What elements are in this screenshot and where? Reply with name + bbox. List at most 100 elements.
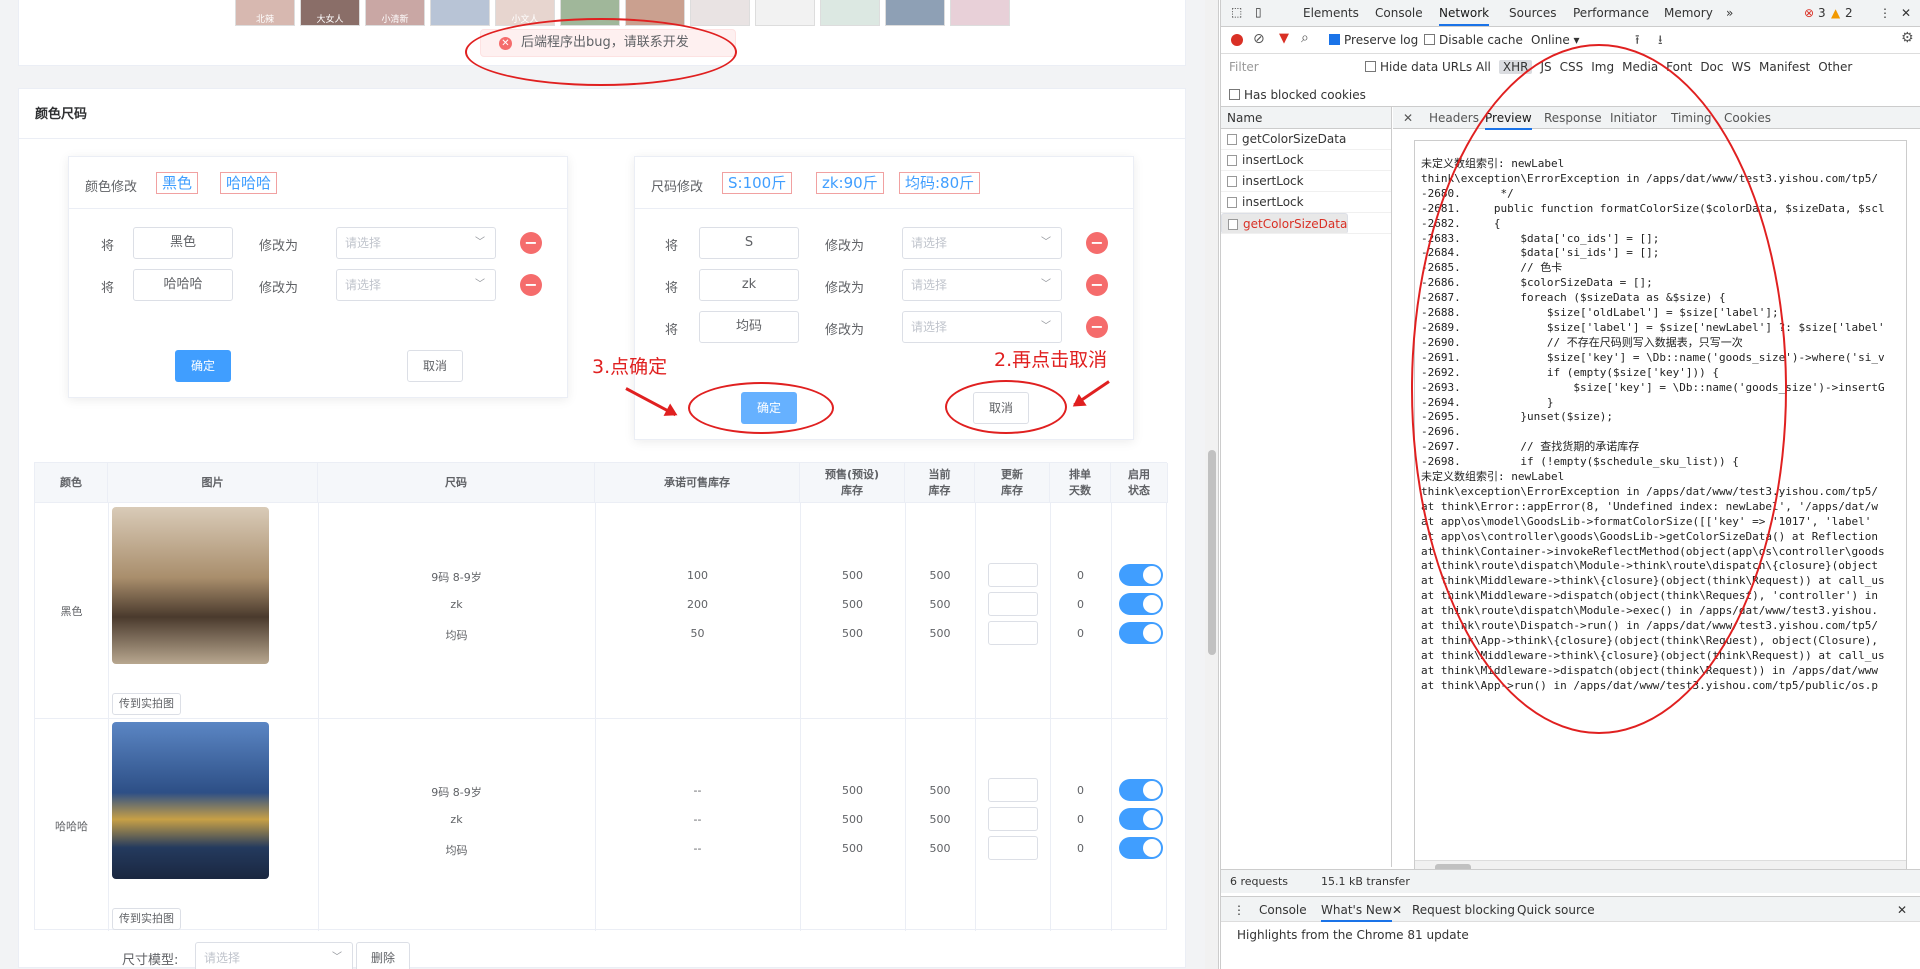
update-stock-input[interactable] bbox=[988, 807, 1038, 831]
close-detail-icon[interactable]: ✕ bbox=[1403, 111, 1413, 125]
close-icon[interactable]: ✕ bbox=[1392, 903, 1402, 917]
update-stock-input[interactable] bbox=[988, 778, 1038, 802]
preserve-log-checkbox[interactable]: Preserve log bbox=[1329, 33, 1418, 47]
tab-network[interactable]: Network bbox=[1439, 6, 1490, 26]
update-stock-input[interactable] bbox=[988, 592, 1038, 616]
device-toolbar-icon[interactable]: ▯ bbox=[1255, 5, 1262, 19]
new-color-select[interactable]: 请选择 ﹀ bbox=[336, 227, 496, 259]
throttling-value: Online bbox=[1531, 33, 1570, 47]
product-image[interactable] bbox=[112, 507, 269, 664]
enable-switch[interactable] bbox=[1119, 808, 1163, 830]
request-row[interactable]: insertLock bbox=[1221, 171, 1391, 192]
drawer-tab-console[interactable]: Console bbox=[1259, 903, 1307, 917]
thumbnail-image[interactable] bbox=[690, 0, 750, 26]
upload-photo-button[interactable]: 传到实拍图 bbox=[112, 908, 181, 930]
scrollbar-thumb[interactable] bbox=[1208, 450, 1216, 655]
chevron-down-icon: ﹀ bbox=[475, 279, 485, 290]
remove-row-button[interactable]: − bbox=[520, 274, 542, 296]
remove-row-button[interactable]: − bbox=[1086, 274, 1108, 296]
filter-doc[interactable]: Doc bbox=[1700, 60, 1723, 74]
thumbnail-image[interactable] bbox=[430, 0, 490, 26]
delete-button[interactable]: 删除 bbox=[356, 942, 410, 969]
blocked-cookies-checkbox[interactable]: Has blocked cookies bbox=[1229, 88, 1366, 102]
search-icon[interactable]: ⌕ bbox=[1301, 30, 1309, 46]
close-icon[interactable]: ✕ bbox=[1901, 6, 1911, 20]
enable-switch[interactable] bbox=[1119, 837, 1163, 859]
drawer-tab-whats-new[interactable]: What's New bbox=[1321, 903, 1393, 922]
enable-switch[interactable] bbox=[1119, 779, 1163, 801]
page-scrollbar[interactable] bbox=[1205, 0, 1219, 969]
color-cancel-button[interactable]: 取消 bbox=[407, 350, 463, 382]
download-icon[interactable]: ⭳ bbox=[1658, 31, 1663, 53]
filter-input[interactable]: Filter bbox=[1229, 60, 1359, 74]
thumbnail-image[interactable] bbox=[885, 0, 945, 26]
hide-data-urls-checkbox[interactable]: Hide data URLs bbox=[1365, 60, 1472, 74]
enable-switch[interactable] bbox=[1119, 622, 1163, 644]
drawer-menu-icon[interactable]: ⋮ bbox=[1233, 903, 1245, 917]
row-mid-label: 修改为 bbox=[825, 239, 865, 254]
old-size-input[interactable]: S bbox=[699, 227, 799, 259]
more-tabs-icon[interactable]: » bbox=[1726, 6, 1733, 20]
old-color-input[interactable]: 黑色 bbox=[133, 227, 233, 259]
warning-count[interactable]: 2 bbox=[1845, 6, 1853, 20]
annotation-step3: 3.点确定 bbox=[592, 356, 668, 378]
filter-other[interactable]: Other bbox=[1818, 60, 1852, 74]
product-image[interactable] bbox=[112, 722, 269, 879]
thumbnail-image[interactable] bbox=[755, 0, 815, 26]
update-stock-input[interactable] bbox=[988, 621, 1038, 645]
error-count[interactable]: 3 bbox=[1818, 6, 1826, 20]
inspect-icon[interactable]: ⬚ bbox=[1231, 5, 1242, 19]
remove-row-button[interactable]: − bbox=[1086, 316, 1108, 338]
new-size-select[interactable]: 请选择 ﹀ bbox=[902, 227, 1062, 259]
tab-headers[interactable]: Headers bbox=[1429, 111, 1479, 125]
enable-switch[interactable] bbox=[1119, 564, 1163, 586]
size-model-select[interactable]: 请选择 ﹀ bbox=[195, 942, 353, 969]
old-size-input[interactable]: zk bbox=[699, 269, 799, 301]
old-color-input[interactable]: 哈哈哈 bbox=[133, 269, 233, 301]
thumbnail-image[interactable] bbox=[950, 0, 1010, 26]
drawer-tab-request-blocking[interactable]: Request blocking bbox=[1412, 903, 1515, 917]
throttling-select[interactable]: Online ▾ bbox=[1531, 33, 1580, 47]
tab-sources[interactable]: Sources bbox=[1509, 6, 1556, 20]
remove-row-button[interactable]: − bbox=[1086, 232, 1108, 254]
filter-ws[interactable]: WS bbox=[1732, 60, 1751, 74]
disable-cache-checkbox[interactable]: Disable cache bbox=[1424, 33, 1523, 47]
thumbnail-image[interactable]: 北辣 bbox=[235, 0, 295, 26]
new-color-select[interactable]: 请选择 ﹀ bbox=[336, 269, 496, 301]
tab-memory[interactable]: Memory bbox=[1664, 6, 1713, 20]
tab-console[interactable]: Console bbox=[1375, 6, 1423, 20]
thumbnail-image[interactable] bbox=[820, 0, 880, 26]
request-row[interactable]: insertLock bbox=[1221, 192, 1391, 213]
request-row[interactable]: insertLock bbox=[1221, 150, 1391, 171]
update-stock-input[interactable] bbox=[988, 563, 1038, 587]
remove-row-button[interactable]: − bbox=[520, 232, 542, 254]
drawer-tab-quick-source[interactable]: Quick source bbox=[1517, 903, 1595, 917]
tab-cookies[interactable]: Cookies bbox=[1724, 111, 1771, 125]
schedule-days-cell: 0 bbox=[1077, 813, 1084, 826]
settings-gear-icon[interactable]: ⚙ bbox=[1901, 30, 1914, 46]
section-title: 颜色尺码 bbox=[35, 107, 88, 122]
thumbnail-image[interactable]: 大女人 bbox=[300, 0, 360, 26]
name-column-header[interactable]: Name bbox=[1221, 107, 1391, 129]
close-drawer-icon[interactable]: ✕ bbox=[1897, 903, 1907, 917]
new-size-select[interactable]: 请选择 ﹀ bbox=[902, 269, 1062, 301]
kebab-menu-icon[interactable]: ⋮ bbox=[1879, 6, 1891, 20]
filter-manifest[interactable]: Manifest bbox=[1759, 60, 1810, 74]
old-size-input[interactable]: 均码 bbox=[699, 311, 799, 343]
thumbnail-image[interactable]: 小清新 bbox=[365, 0, 425, 26]
enable-switch[interactable] bbox=[1119, 593, 1163, 615]
record-icon[interactable] bbox=[1231, 34, 1243, 46]
filter-all[interactable]: All bbox=[1476, 60, 1491, 74]
request-row[interactable]: getColorSizeData bbox=[1221, 129, 1391, 150]
update-stock-input[interactable] bbox=[988, 836, 1038, 860]
request-list: Name getColorSizeData insertLock insertLoc… bbox=[1221, 107, 1392, 867]
new-size-select[interactable]: 请选择 ﹀ bbox=[902, 311, 1062, 343]
filter-icon[interactable]: ▼ bbox=[1279, 31, 1289, 46]
color-confirm-button[interactable]: 确定 bbox=[175, 350, 231, 382]
upload-photo-button[interactable]: 传到实拍图 bbox=[112, 693, 181, 715]
request-row[interactable]: getColorSizeData bbox=[1221, 213, 1349, 234]
tab-performance[interactable]: Performance bbox=[1573, 6, 1649, 20]
clear-icon[interactable]: ⊘ bbox=[1253, 31, 1265, 47]
tab-elements[interactable]: Elements bbox=[1303, 6, 1359, 20]
color-cell: 黑色 bbox=[60, 605, 83, 618]
